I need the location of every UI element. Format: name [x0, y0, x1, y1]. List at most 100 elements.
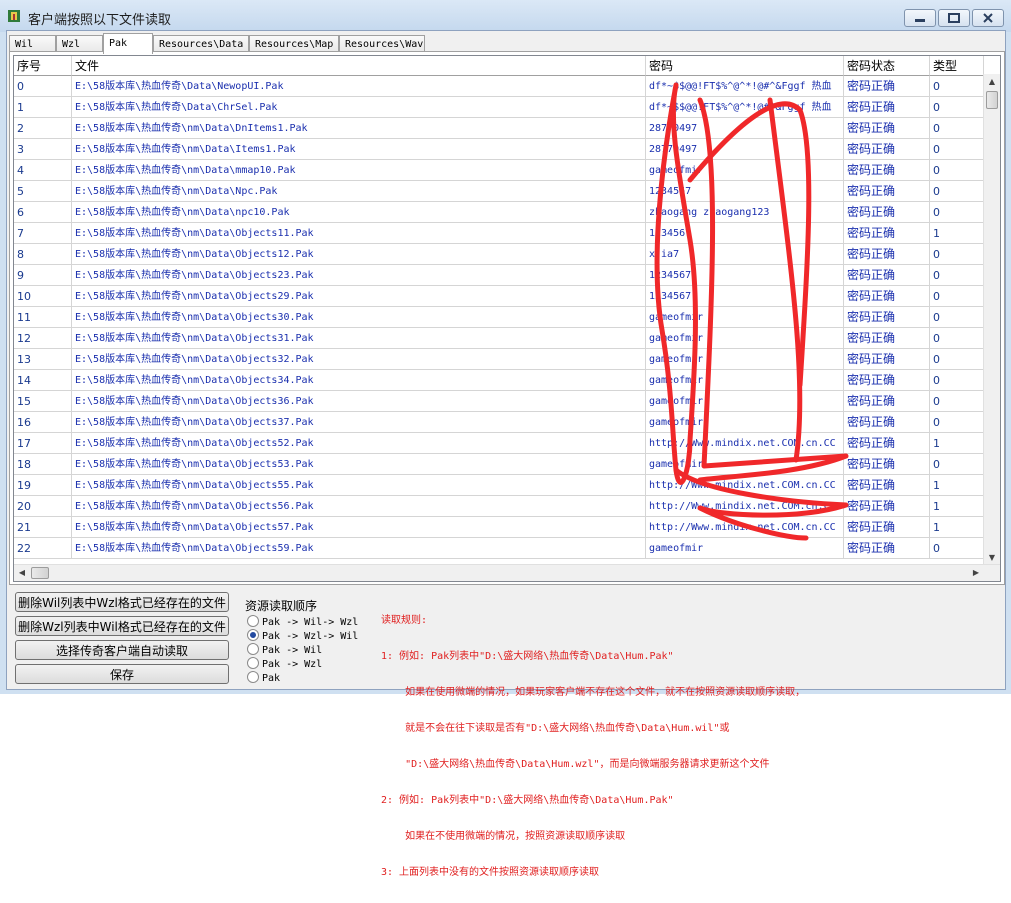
cell-idx[interactable]: 11	[14, 307, 72, 328]
radio-pak-wzl[interactable]: Pak -> Wzl	[247, 657, 322, 671]
table-row[interactable]: 5 E:\58版本库\热血传奇\nm\Data\Npc.Pak 1234567 密码正…	[14, 181, 984, 202]
table-row[interactable]: 6 E:\58版本库\热血传奇\nm\Data\npc10.Pak zhaogang…	[14, 202, 984, 223]
cell-idx[interactable]: 1	[14, 97, 72, 118]
cell-type[interactable]: 0	[930, 391, 984, 412]
cell-password[interactable]: gameofmir	[646, 412, 844, 433]
cell-password[interactable]: gameofmir	[646, 328, 844, 349]
cell-type[interactable]: 0	[930, 370, 984, 391]
cell-file[interactable]: E:\58版本库\热血传奇\nm\Data\Objects30.Pak	[72, 307, 646, 328]
cell-type[interactable]: 0	[930, 328, 984, 349]
table-row[interactable]: 0 E:\58版本库\热血传奇\Data\NewopUI.Pak df*~$$@@…	[14, 76, 984, 97]
cell-password[interactable]: df*~$$@@!FT$%^@^*!@#^&Fggf 热血	[646, 97, 844, 118]
cell-type[interactable]: 0	[930, 97, 984, 118]
close-button[interactable]	[972, 9, 1004, 27]
cell-type[interactable]: 0	[930, 202, 984, 223]
cell-idx[interactable]: 15	[14, 391, 72, 412]
cell-type[interactable]: 0	[930, 265, 984, 286]
cell-status[interactable]: 密码正确	[844, 181, 930, 202]
cell-idx[interactable]: 20	[14, 496, 72, 517]
cell-type[interactable]: 0	[930, 349, 984, 370]
cell-password[interactable]: gameofmir	[646, 349, 844, 370]
table-row[interactable]: 4 E:\58版本库\热血传奇\nm\Data\mmap10.Pak gameofm…	[14, 160, 984, 181]
cell-password[interactable]: zhaogang zhaogang123	[646, 202, 844, 223]
scroll-up-icon[interactable]: ▲	[984, 74, 1000, 90]
table-row[interactable]: 19 E:\58版本库\热血传奇\nm\Data\Objects55.Pak htt…	[14, 475, 984, 496]
cell-status[interactable]: 密码正确	[844, 97, 930, 118]
tab-resources-data[interactable]: Resources\Data	[153, 35, 249, 52]
cell-file[interactable]: E:\58版本库\热血传奇\nm\Data\Objects52.Pak	[72, 433, 646, 454]
tab-resources-map[interactable]: Resources\Map	[249, 35, 339, 52]
table-row[interactable]: 21 E:\58版本库\热血传奇\nm\Data\Objects57.Pak htt…	[14, 517, 984, 538]
scroll-left-icon[interactable]: ◀	[14, 565, 30, 581]
cell-type[interactable]: 0	[930, 412, 984, 433]
radio-pak-wil[interactable]: Pak -> Wil	[247, 643, 322, 657]
cell-status[interactable]: 密码正确	[844, 496, 930, 517]
cell-password[interactable]: 28770497	[646, 118, 844, 139]
minimize-button[interactable]	[904, 9, 936, 27]
cell-status[interactable]: 密码正确	[844, 475, 930, 496]
tab-wzl[interactable]: Wzl	[56, 35, 103, 52]
cell-idx[interactable]: 17	[14, 433, 72, 454]
cell-status[interactable]: 密码正确	[844, 265, 930, 286]
cell-idx[interactable]: 14	[14, 370, 72, 391]
hscroll-thumb[interactable]	[31, 567, 49, 579]
cell-file[interactable]: E:\58版本库\热血传奇\nm\Data\Objects23.Pak	[72, 265, 646, 286]
cell-status[interactable]: 密码正确	[844, 328, 930, 349]
cell-status[interactable]: 密码正确	[844, 244, 930, 265]
cell-idx[interactable]: 18	[14, 454, 72, 475]
table-row[interactable]: 18 E:\58版本库\热血传奇\nm\Data\Objects53.Pak gam…	[14, 454, 984, 475]
pak-grid[interactable]: 序号 文件 密码 密码状态 类型 0 E:\58版本库\热血传奇\Data\New…	[13, 55, 1001, 582]
cell-file[interactable]: E:\58版本库\热血传奇\nm\Data\DnItems1.Pak	[72, 118, 646, 139]
cell-file[interactable]: E:\58版本库\热血传奇\nm\Data\Objects57.Pak	[72, 517, 646, 538]
cell-file[interactable]: E:\58版本库\热血传奇\nm\Data\Objects59.Pak	[72, 538, 646, 559]
cell-status[interactable]: 密码正确	[844, 517, 930, 538]
table-row[interactable]: 11 E:\58版本库\热血传奇\nm\Data\Objects30.Pak gam…	[14, 307, 984, 328]
table-row[interactable]: 2 E:\58版本库\热血传奇\nm\Data\DnItems1.Pak 28770…	[14, 118, 984, 139]
cell-idx[interactable]: 8	[14, 244, 72, 265]
cell-status[interactable]: 密码正确	[844, 118, 930, 139]
cell-file[interactable]: E:\58版本库\热血传奇\nm\Data\Objects31.Pak	[72, 328, 646, 349]
header-password[interactable]: 密码	[646, 56, 844, 76]
cell-password[interactable]: 1234567	[646, 265, 844, 286]
cell-idx[interactable]: 19	[14, 475, 72, 496]
cell-type[interactable]: 0	[930, 244, 984, 265]
cell-password[interactable]: http://Www.mindix.net.COM.cn.CC	[646, 496, 844, 517]
cell-file[interactable]: E:\58版本库\热血传奇\nm\Data\Objects34.Pak	[72, 370, 646, 391]
cell-idx[interactable]: 21	[14, 517, 72, 538]
select-client-button[interactable]: 选择传奇客户端自动读取	[15, 640, 229, 660]
cell-idx[interactable]: 12	[14, 328, 72, 349]
cell-type[interactable]: 0	[930, 118, 984, 139]
cell-password[interactable]: http://Www.mindix.net.COM.cn.CC	[646, 517, 844, 538]
table-row[interactable]: 7 E:\58版本库\热血传奇\nm\Data\Objects11.Pak 1234…	[14, 223, 984, 244]
cell-status[interactable]: 密码正确	[844, 454, 930, 475]
radio-pak[interactable]: Pak	[247, 671, 280, 685]
cell-type[interactable]: 1	[930, 517, 984, 538]
cell-status[interactable]: 密码正确	[844, 286, 930, 307]
cell-password[interactable]: http://Www.mindix.net.COM.cn.CC	[646, 433, 844, 454]
cell-file[interactable]: E:\58版本库\热血传奇\nm\Data\Npc.Pak	[72, 181, 646, 202]
cell-idx[interactable]: 0	[14, 76, 72, 97]
radio-pak-wil-wzl[interactable]: Pak -> Wil-> Wzl	[247, 615, 358, 629]
cell-idx[interactable]: 2	[14, 118, 72, 139]
table-row[interactable]: 17 E:\58版本库\热血传奇\nm\Data\Objects52.Pak htt…	[14, 433, 984, 454]
save-button[interactable]: 保存	[15, 664, 229, 684]
vscroll-thumb[interactable]	[986, 91, 998, 109]
cell-file[interactable]: E:\58版本库\热血传奇\Data\NewopUI.Pak	[72, 76, 646, 97]
cell-type[interactable]: 0	[930, 181, 984, 202]
cell-password[interactable]: 1234567	[646, 181, 844, 202]
cell-type[interactable]: 0	[930, 139, 984, 160]
cell-file[interactable]: E:\58版本库\热血传奇\nm\Data\Objects36.Pak	[72, 391, 646, 412]
table-row[interactable]: 3 E:\58版本库\热血传奇\nm\Data\Items1.Pak 2877049…	[14, 139, 984, 160]
tab-wil[interactable]: Wil	[9, 35, 56, 52]
cell-password[interactable]: gameofmir	[646, 454, 844, 475]
cell-file[interactable]: E:\58版本库\热血传奇\nm\Data\Objects29.Pak	[72, 286, 646, 307]
cell-status[interactable]: 密码正确	[844, 202, 930, 223]
cell-type[interactable]: 0	[930, 76, 984, 97]
delete-wil-duplicates-button[interactable]: 删除Wil列表中Wzl格式已经存在的文件	[15, 592, 229, 612]
cell-password[interactable]: gameofmir	[646, 370, 844, 391]
cell-type[interactable]: 0	[930, 160, 984, 181]
cell-status[interactable]: 密码正确	[844, 223, 930, 244]
cell-file[interactable]: E:\58版本库\热血传奇\nm\Data\Objects12.Pak	[72, 244, 646, 265]
cell-password[interactable]: gameofmir	[646, 160, 844, 181]
cell-status[interactable]: 密码正确	[844, 307, 930, 328]
